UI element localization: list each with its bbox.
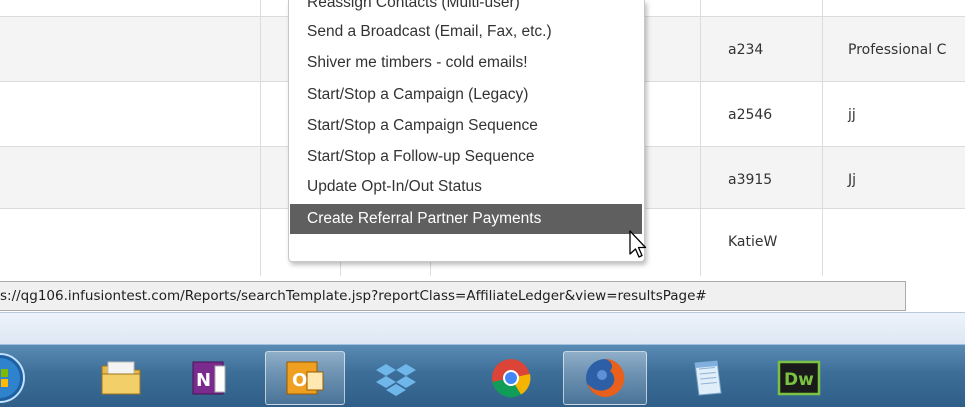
- taskbar-outlook[interactable]: O: [265, 351, 345, 405]
- taskbar-dreamweaver[interactable]: Dw: [760, 351, 838, 405]
- taskbar-onenote[interactable]: N: [170, 351, 248, 405]
- menu-item-followup-sequence[interactable]: Start/Stop a Follow-up Sequence: [290, 142, 642, 172]
- taskbar-dropbox[interactable]: [357, 351, 435, 405]
- browser-bottom-bar: [0, 312, 965, 344]
- dropbox-icon: [376, 364, 416, 396]
- column-divider: [822, 0, 823, 276]
- file-explorer-icon: [101, 361, 141, 395]
- svg-text:O: O: [292, 370, 307, 391]
- start-button[interactable]: [0, 351, 40, 405]
- taskbar-chrome[interactable]: [472, 351, 550, 405]
- chrome-icon: [492, 359, 531, 398]
- link-status-bar: s://qg106.infusiontest.com/Reports/searc…: [0, 281, 906, 311]
- firefox-icon: [586, 358, 625, 397]
- taskbar-firefox[interactable]: [563, 351, 647, 405]
- column-divider: [260, 0, 261, 276]
- table-cell-code: KatieW: [728, 234, 778, 250]
- menu-item-opt-in-out[interactable]: Update Opt-In/Out Status: [290, 172, 642, 202]
- taskbar-explorer[interactable]: [82, 351, 160, 405]
- status-url: s://qg106.infusiontest.com/Reports/searc…: [0, 288, 707, 304]
- menu-item-send-broadcast[interactable]: Send a Broadcast (Email, Fax, etc.): [290, 17, 642, 47]
- taskbar-notepad[interactable]: [668, 351, 746, 405]
- column-divider: [700, 0, 701, 276]
- table-cell-name: jj: [848, 107, 856, 123]
- outlook-icon: O: [286, 361, 324, 395]
- column-divider: [430, 262, 431, 276]
- table-cell-name: Professional C: [848, 42, 947, 58]
- dreamweaver-icon: Dw: [777, 360, 821, 396]
- onenote-icon: N: [192, 361, 226, 395]
- windows-taskbar: N O Dw: [0, 344, 965, 407]
- menu-item-reassign-contacts[interactable]: Reassign Contacts (Multi-user): [290, 0, 642, 18]
- table-cell-code: a3915: [728, 172, 773, 188]
- svg-text:Dw: Dw: [784, 370, 814, 390]
- column-divider: [340, 262, 341, 276]
- menu-item-shiver-me-timbers[interactable]: Shiver me timbers - cold emails!: [290, 48, 642, 78]
- mouse-cursor-icon: [629, 230, 647, 258]
- table-cell-code: a234: [728, 42, 764, 58]
- actions-dropdown-menu: Reassign Contacts (Multi-user) Send a Br…: [288, 0, 645, 262]
- svg-text:N: N: [196, 370, 211, 391]
- notepad-icon: [694, 360, 722, 396]
- table-cell-name: Jj: [848, 172, 857, 188]
- table-cell-code: a2546: [728, 107, 773, 123]
- menu-item-referral-payments[interactable]: Create Referral Partner Payments: [290, 204, 642, 234]
- menu-item-campaign-legacy[interactable]: Start/Stop a Campaign (Legacy): [290, 80, 642, 110]
- windows-start-icon: [0, 353, 25, 403]
- menu-item-campaign-sequence[interactable]: Start/Stop a Campaign Sequence: [290, 111, 642, 141]
